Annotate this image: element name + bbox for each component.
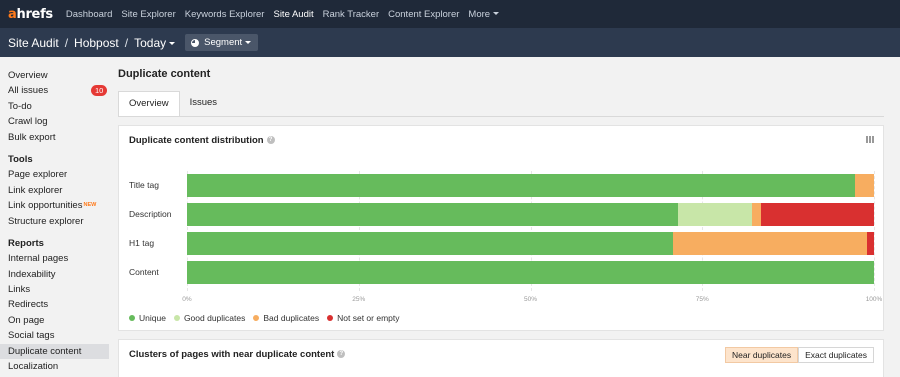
row-label-h1-tag: H1 tag [129,238,155,248]
legend-item-not-set-or-empty[interactable]: Not set or empty [327,313,400,323]
sidebar-item-indexability[interactable]: Indexability [0,267,109,282]
sidebar-heading-tools: Tools [8,153,33,165]
bar-segment-unique[interactable] [187,174,856,197]
legend-label: Bad duplicates [263,313,320,323]
bar-segment-bad-duplicates[interactable] [752,203,761,226]
sidebar-item-overview[interactable]: Overview [0,68,109,83]
nav-more[interactable]: More [468,9,500,20]
sidebar-heading-reports: Reports [8,237,44,249]
segment-button[interactable]: Segment [185,34,259,51]
legend-dot-icon [173,315,180,321]
tab-bar: Overview Issues [118,91,227,117]
distribution-title: Duplicate content distribution? [129,135,275,146]
bar-segment-bad-duplicates[interactable] [855,174,874,197]
chart-legend: Unique Good duplicates Bad duplicates Not s… [129,313,408,323]
page-title: Duplicate content [118,68,211,80]
breadcrumb-date[interactable]: Today [134,36,176,50]
tab-overview[interactable]: Overview [118,91,180,117]
sidebar-item-all-issues[interactable]: All issues 10 [0,83,109,98]
sidebar-item-structure-explorer[interactable]: Structure explorer [0,214,109,229]
nav-site-explorer[interactable]: Site Explorer [121,9,175,20]
nav-dashboard[interactable]: Dashboard [66,9,112,20]
distribution-card: Duplicate content distribution? Title ta… [118,125,884,331]
x-tick-label: 0% [182,296,192,303]
sidebar-item-duplicate-content[interactable]: Duplicate content [0,343,109,360]
breadcrumb-site-audit[interactable]: Site Audit [8,36,59,50]
clusters-card: Clusters of pages with near duplicate co… [118,339,884,377]
sidebar-item-links[interactable]: Links [0,282,109,297]
legend-dot-icon [327,315,334,321]
chevron-down-icon [245,41,252,44]
pie-chart-icon [191,38,200,47]
sidebar: Overview All issues 10 To-do Crawl log Bu… [0,57,112,377]
sidebar-item-redirects[interactable]: Redirects [0,297,109,312]
chevron-down-icon [493,12,500,16]
sidebar-item-on-page[interactable]: On page [0,313,109,328]
top-nav: ahrefs Dashboard Site Explorer Keywords … [0,0,900,28]
new-tag: NEW [83,202,97,209]
clusters-title: Clusters of pages with near duplicate co… [129,349,346,360]
bar-segment-not-set-or-empty[interactable] [867,232,874,255]
nav-content-explorer[interactable]: Content Explorer [388,9,459,20]
sidebar-item-link-opportunities[interactable]: Link opportunitiesNEW [0,198,109,213]
bar-segment-unique[interactable] [187,261,874,284]
bar-segment-unique[interactable] [187,203,679,226]
sidebar-item-page-explorer[interactable]: Page explorer [0,167,109,182]
tab-issues[interactable]: Issues [180,91,227,117]
row-label-content: Content [129,267,159,277]
x-tick-label: 75% [695,296,709,303]
x-tick-label: 100% [865,296,883,303]
sidebar-item-bulk-export[interactable]: Bulk export [0,130,109,145]
columns-icon[interactable] [866,136,874,143]
sidebar-item-internal-pages[interactable]: Internal pages [0,251,109,266]
issues-count-badge: 10 [91,85,108,97]
tab-divider [118,116,884,117]
help-icon[interactable]: ? [266,136,275,145]
x-tick-label: 25% [352,296,366,303]
bar-segment-unique[interactable] [187,232,674,255]
ahrefs-logo[interactable]: ahrefs [8,7,53,22]
exact-duplicates-button[interactable]: Exact duplicates [798,347,874,363]
legend-item-good-duplicates[interactable]: Good duplicates [173,313,246,323]
legend-item-unique[interactable]: Unique [129,313,166,323]
bar-segment-good-duplicates[interactable] [678,203,753,226]
breadcrumb-project[interactable]: Hobpost [74,36,119,50]
help-icon[interactable]: ? [337,350,346,359]
x-tick-label: 50% [523,296,538,303]
nav-keywords-explorer[interactable]: Keywords Explorer [185,9,265,20]
legend-item-bad-duplicates[interactable]: Bad duplicates [253,313,319,323]
bar-segment-not-set-or-empty[interactable] [760,203,874,226]
legend-label: Good duplicates [183,313,246,323]
legend-dot-icon [129,315,135,321]
bar-h1-tag [187,232,874,255]
sidebar-item-link-explorer[interactable]: Link explorer [0,183,109,198]
row-label-description: Description [129,209,172,219]
legend-label: Not set or empty [337,313,400,323]
project-bar: Site Audit / Hobpost / Today Segment [0,28,900,57]
sidebar-item-localization[interactable]: Localization [0,359,109,374]
nav-rank-tracker[interactable]: Rank Tracker [323,9,380,20]
sidebar-item-social-tags[interactable]: Social tags [0,328,109,343]
legend-label: Unique [139,313,166,323]
grid-line [874,171,875,291]
row-label-title-tag: Title tag [129,180,159,190]
breadcrumb-separator: / [64,35,69,50]
bar-content [187,261,874,284]
near-duplicates-button[interactable]: Near duplicates [725,347,799,363]
bar-description [187,203,874,226]
breadcrumb-separator: / [124,35,129,50]
nav-site-audit[interactable]: Site Audit [273,9,313,20]
sidebar-item-crawl-log[interactable]: Crawl log [0,114,109,129]
bar-title-tag [187,174,874,197]
legend-dot-icon [253,315,260,321]
duplicates-toggle: Near duplicates Exact duplicates [725,347,874,363]
chevron-down-icon [169,41,176,45]
sidebar-item-to-do[interactable]: To-do [0,99,109,114]
bar-segment-bad-duplicates[interactable] [673,232,868,255]
